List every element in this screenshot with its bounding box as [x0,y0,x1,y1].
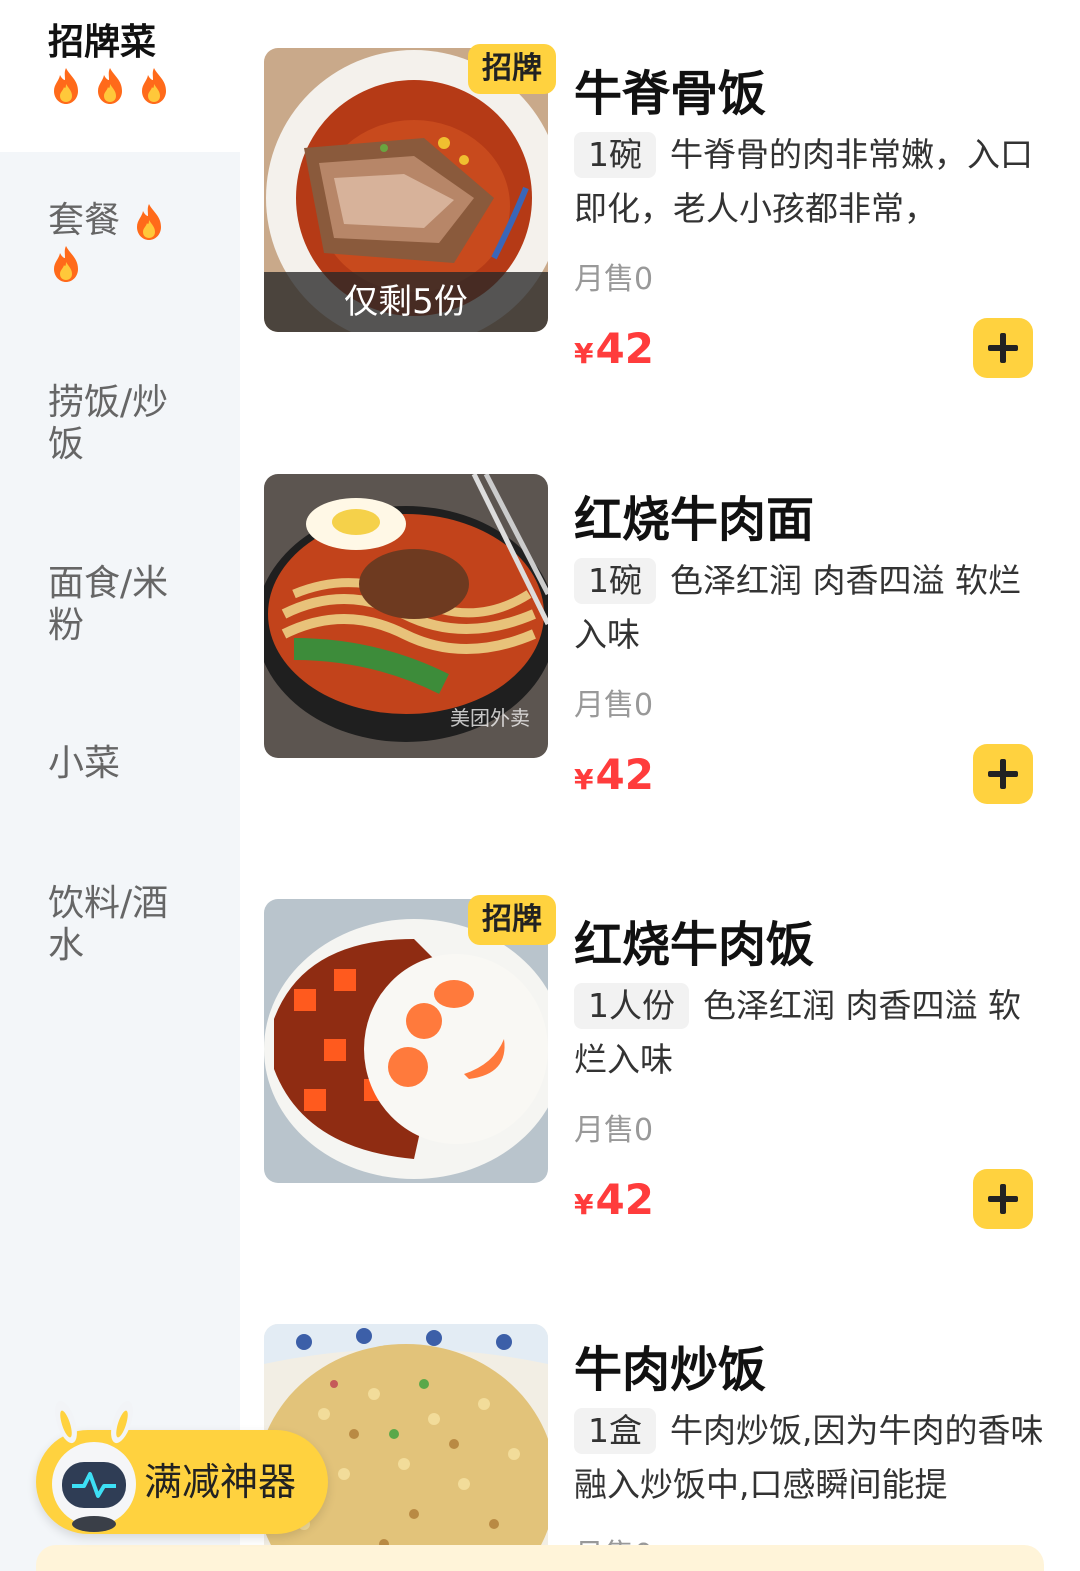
fire-icon [98,68,122,104]
dish-photo[interactable]: 美团外卖 [264,474,548,758]
add-to-cart-button[interactable] [973,1169,1033,1229]
category-item-combo[interactable]: 套餐 [0,200,240,284]
currency-symbol: ¥ [574,763,594,796]
dish-description: 1盒 牛肉炒饭,因为牛肉的香味融入炒饭中,口感瞬间能提 [574,1404,1044,1512]
dish-card[interactable]: 美团外卖 红烧牛肉面 1碗 色泽红润 肉香四溢 软烂入味 月售0 ¥42 [264,474,1064,804]
dish-description: 1碗 牛脊骨的肉非常嫩，入口即化，老人小孩都非常， [574,128,1044,236]
category-label: 套餐 [48,200,121,241]
fire-icon [142,68,166,104]
category-item-rice[interactable]: 捞饭/炒饭 [0,382,240,466]
category-item-drinks[interactable]: 饮料/酒水 [0,883,240,967]
monthly-sales: 月售0 [574,688,654,723]
dish-unit: 1碗 [574,558,656,604]
menu-page: 招牌菜 套餐 捞饭/炒饭 面食/米粉 小菜 饮料/酒水 仅剩5份 招牌 牛脊骨饭… [0,0,1080,1571]
monthly-sales: 月售0 [574,262,654,297]
plus-icon [988,1184,1018,1214]
currency-symbol: ¥ [574,337,594,370]
monthly-sales: 月售0 [574,1113,654,1148]
dish-price: ¥42 [574,750,654,799]
stock-remaining-badge: 仅剩5份 [264,272,548,332]
dish-name: 红烧牛肉面 [574,492,815,548]
dish-name: 牛脊骨饭 [574,66,767,122]
dish-price: ¥42 [574,324,654,373]
price-value: 42 [595,1175,654,1224]
price-value: 42 [595,750,654,799]
watermark: 美团外卖 [450,706,530,730]
signature-tag: 招牌 [468,44,556,94]
dish-description: 1人份 色泽红润 肉香四溢 软烂入味 [574,979,1044,1087]
dish-name: 牛肉炒饭 [574,1342,767,1398]
add-to-cart-button[interactable] [973,744,1033,804]
dish-unit: 1碗 [574,132,656,178]
dish-description: 1碗 色泽红润 肉香四溢 软烂入味 [574,554,1044,662]
add-to-cart-button[interactable] [973,318,1033,378]
price-value: 42 [595,324,654,373]
discount-helper-label: 满减神器 [144,1460,297,1504]
plus-icon [988,759,1018,789]
category-item-sides[interactable]: 小菜 [0,743,240,785]
signature-tag: 招牌 [468,895,556,945]
dish-card[interactable]: 仅剩5份 招牌 牛脊骨饭 1碗 牛脊骨的肉非常嫩，入口即化，老人小孩都非常， 月售… [264,44,1064,378]
robot-mascot-icon [52,1400,136,1532]
category-item-signature[interactable]: 招牌菜 [0,0,240,152]
dish-card[interactable]: 牛肉炒饭 1盒牛肉炒饭,因为牛肉的香味融入炒饭中,口感瞬间能提 月售0 [264,1324,1064,1571]
category-label: 招牌菜 [48,22,157,63]
dish-unit: 1人份 [574,983,689,1029]
dish-name: 红烧牛肉饭 [574,917,815,973]
dish-card[interactable]: 招牌 红烧牛肉饭 1人份 色泽红润 肉香四溢 软烂入味 月售0 ¥42 [264,895,1064,1229]
dish-unit: 1盒 [574,1408,656,1454]
fire-icon [54,68,78,104]
category-item-noodles[interactable]: 面食/米粉 [0,563,240,647]
promo-strip[interactable] [36,1545,1044,1571]
dish-price: ¥42 [574,1175,654,1224]
category-sidebar: 招牌菜 套餐 捞饭/炒饭 面食/米粉 小菜 饮料/酒水 [0,0,240,1571]
fire-icon [137,204,162,240]
fire-icon [54,246,78,282]
plus-icon [988,333,1018,363]
currency-symbol: ¥ [574,1188,594,1221]
discount-helper-button[interactable]: 满减神器 [36,1400,328,1534]
